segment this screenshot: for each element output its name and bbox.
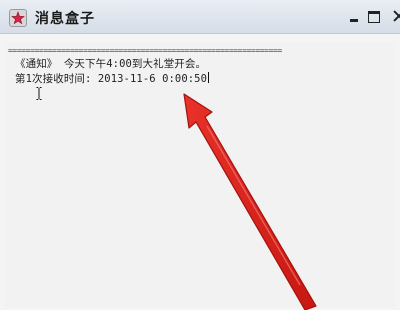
notice-text: 《通知》 今天下午4:00到大礼堂开会。 xyxy=(15,58,207,70)
maximize-icon[interactable] xyxy=(368,11,380,23)
message-separator: ========================================… xyxy=(8,46,282,55)
title-bar[interactable]: 消息盒子 xyxy=(0,0,400,34)
message-box-window: 消息盒子 ===================================… xyxy=(0,0,400,310)
app-star-icon[interactable] xyxy=(9,9,27,27)
content-area: ========================================… xyxy=(0,34,400,310)
minimize-icon[interactable] xyxy=(349,11,361,23)
notice-line: 《通知》 今天下午4:00到大礼堂开会。 xyxy=(15,56,206,71)
message-text-area[interactable]: ========================================… xyxy=(5,42,395,308)
close-icon[interactable] xyxy=(388,9,400,25)
receive-time-line: 第1次接收时间: 2013-11-6 0:00:50 xyxy=(15,71,210,86)
window-title: 消息盒子 xyxy=(35,11,95,27)
text-caret xyxy=(208,72,210,83)
ibeam-cursor-icon xyxy=(36,87,42,100)
receive-time-text: 第1次接收时间: 2013-11-6 0:00:50 xyxy=(15,73,208,85)
